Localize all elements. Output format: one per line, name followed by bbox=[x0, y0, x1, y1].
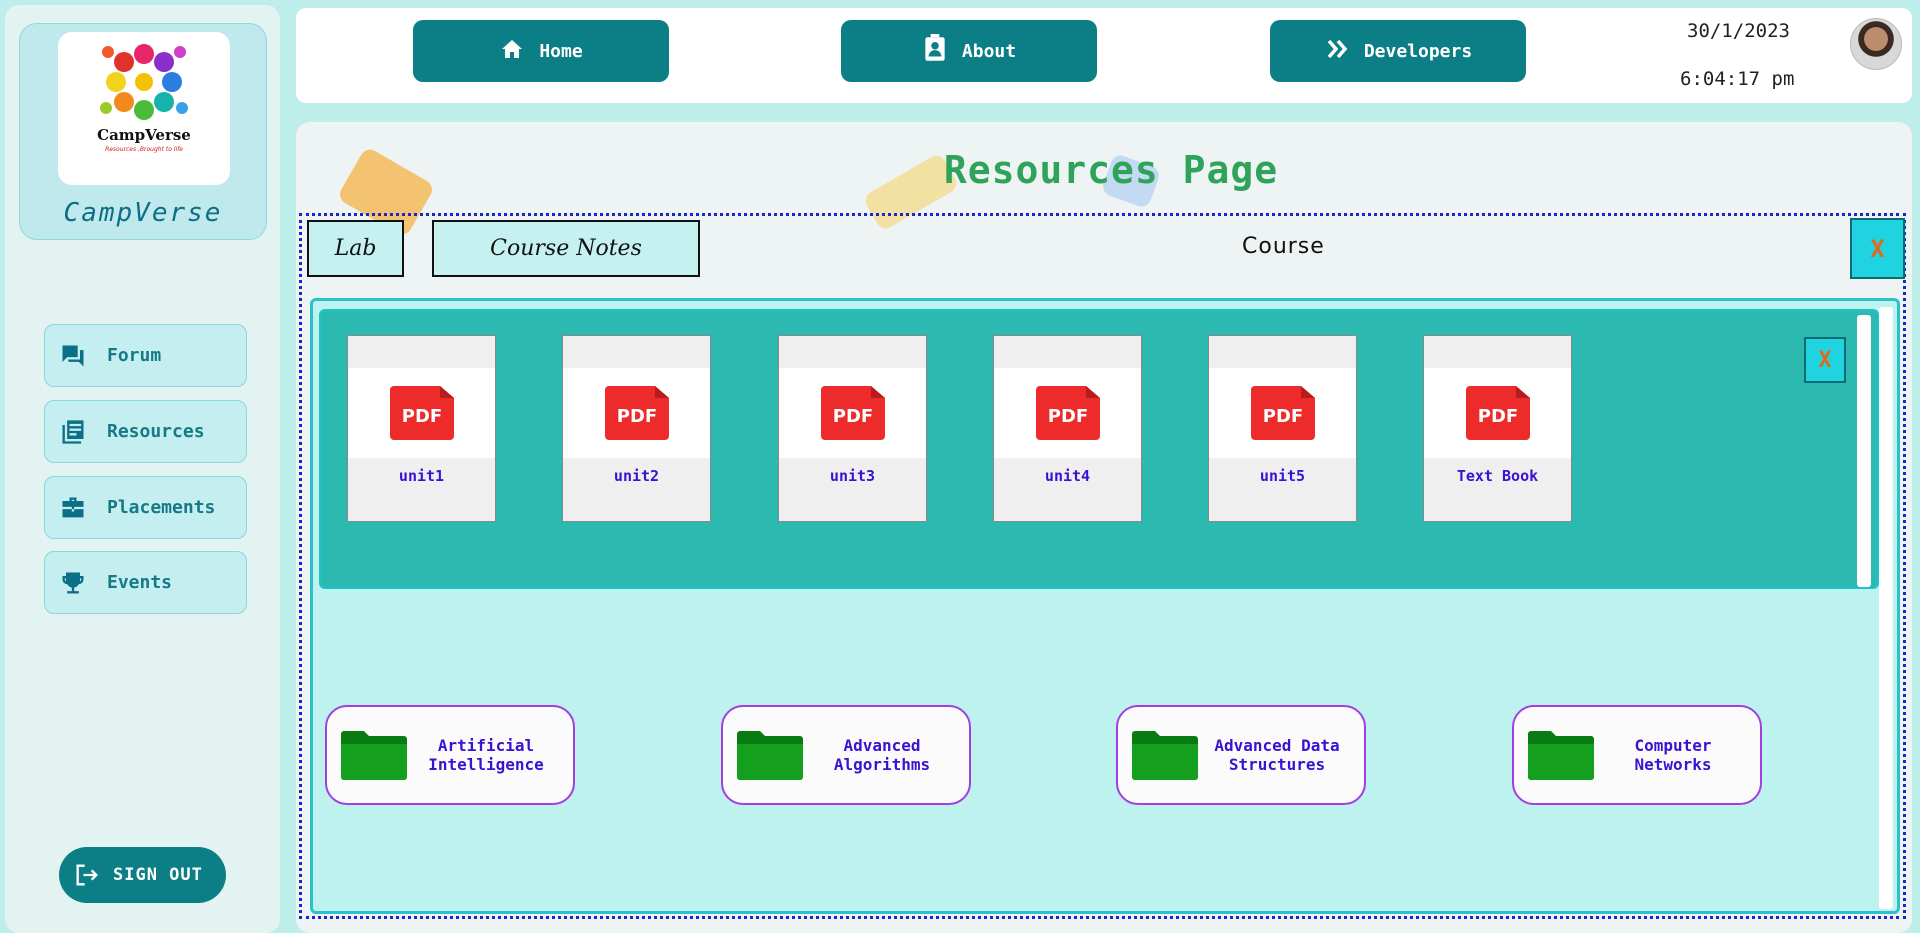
home-icon bbox=[499, 37, 525, 66]
close-pdf-panel-button[interactable]: X bbox=[1804, 337, 1846, 383]
course-folder-computer-networks[interactable]: Computer Networks bbox=[1512, 705, 1762, 805]
sidebar: CampVerse Resources ,Brought to life Cam… bbox=[5, 5, 280, 933]
pdf-name: unit3 bbox=[829, 467, 876, 485]
sidebar-item-label: Placements bbox=[107, 497, 216, 518]
course-area: PDF unit1 PDF unit2 PDF unit3 PDF unit4 bbox=[310, 298, 1900, 914]
course-area-scrollbar[interactable] bbox=[1879, 307, 1893, 909]
sign-out-label: SIGN OUT bbox=[113, 865, 203, 885]
course-notes-modal: Lab Course Notes Course X PDF unit1 PDF … bbox=[299, 213, 1906, 919]
pdf-panel-scrollbar[interactable] bbox=[1857, 315, 1871, 587]
sidebar-item-forum[interactable]: Forum bbox=[44, 324, 247, 387]
briefcase-icon bbox=[59, 494, 87, 522]
logo-wordmark: CampVerse bbox=[97, 126, 191, 144]
about-button[interactable]: About bbox=[841, 20, 1097, 82]
page-title: Resources Page bbox=[943, 148, 1279, 192]
double-chevron-icon bbox=[1324, 37, 1350, 66]
tab-lab[interactable]: Lab bbox=[307, 220, 404, 277]
sidebar-item-placements[interactable]: Placements bbox=[44, 476, 247, 539]
book-icon bbox=[59, 418, 87, 446]
current-date: 30/1/2023 bbox=[1687, 20, 1790, 42]
pdf-card-unit4[interactable]: PDF unit4 bbox=[993, 335, 1142, 522]
close-modal-button[interactable]: X bbox=[1850, 218, 1905, 279]
brand-card: CampVerse Resources ,Brought to life Cam… bbox=[19, 23, 267, 240]
tab-course-notes[interactable]: Course Notes bbox=[432, 220, 700, 277]
pdf-file-icon: PDF bbox=[821, 386, 885, 440]
svg-text:PDF: PDF bbox=[1048, 406, 1088, 427]
pdf-name: unit5 bbox=[1259, 467, 1306, 485]
course-folder-advanced-algorithms[interactable]: Advanced Algorithms bbox=[721, 705, 971, 805]
pdf-list-panel: PDF unit1 PDF unit2 PDF unit3 PDF unit4 bbox=[319, 309, 1879, 589]
pdf-file-icon: PDF bbox=[605, 386, 669, 440]
course-folder-artificial-intelligence[interactable]: Artificial Intelligence bbox=[325, 705, 575, 805]
course-folder-label: Computer Networks bbox=[1634, 736, 1712, 774]
about-label: About bbox=[961, 40, 1017, 62]
folder-icon bbox=[341, 731, 407, 780]
sidebar-item-label: Forum bbox=[107, 345, 162, 366]
pdf-card-unit3[interactable]: PDF unit3 bbox=[778, 335, 927, 522]
folder-icon bbox=[1528, 731, 1594, 780]
resources-panel: Resources Page Lab Course Notes Course X… bbox=[296, 122, 1912, 933]
brand-name: CampVerse bbox=[63, 198, 223, 228]
course-folder-label: Artificial Intelligence bbox=[428, 736, 544, 774]
home-button[interactable]: Home bbox=[413, 20, 669, 82]
home-label: Home bbox=[539, 40, 583, 62]
pdf-name: unit2 bbox=[613, 467, 660, 485]
avatar[interactable] bbox=[1850, 18, 1902, 70]
pdf-file-icon: PDF bbox=[1036, 386, 1100, 440]
forum-icon bbox=[59, 342, 87, 370]
pdf-file-icon: PDF bbox=[1466, 386, 1530, 440]
top-header: Home About Developers 30/1/2023 6:04:17 … bbox=[296, 8, 1912, 103]
contact-card-icon bbox=[922, 33, 948, 69]
svg-text:PDF: PDF bbox=[1478, 406, 1518, 427]
pdf-file-icon: PDF bbox=[390, 386, 454, 440]
folder-icon bbox=[737, 731, 803, 780]
developers-button[interactable]: Developers bbox=[1270, 20, 1526, 82]
pdf-name: Text Book bbox=[1456, 467, 1539, 485]
pdf-file-icon: PDF bbox=[1251, 386, 1315, 440]
folder-icon bbox=[1132, 731, 1198, 780]
pdf-card-unit2[interactable]: PDF unit2 bbox=[562, 335, 711, 522]
sidebar-item-resources[interactable]: Resources bbox=[44, 400, 247, 463]
pdf-card-unit5[interactable]: PDF unit5 bbox=[1208, 335, 1357, 522]
developers-label: Developers bbox=[1363, 40, 1473, 62]
svg-text:PDF: PDF bbox=[833, 406, 873, 427]
course-folder-label: Advanced Data Structures bbox=[1214, 736, 1340, 774]
campverse-logo[interactable]: CampVerse Resources ,Brought to life bbox=[58, 32, 230, 185]
pdf-name: unit1 bbox=[398, 467, 445, 485]
svg-text:PDF: PDF bbox=[402, 406, 442, 427]
svg-text:PDF: PDF bbox=[617, 406, 657, 427]
course-label: Course bbox=[1242, 234, 1325, 259]
course-folder-advanced-data-structures[interactable]: Advanced Data Structures bbox=[1116, 705, 1366, 805]
current-time: 6:04:17 pm bbox=[1680, 68, 1795, 90]
sidebar-item-label: Resources bbox=[107, 421, 205, 442]
pdf-card-text-book[interactable]: PDF Text Book bbox=[1423, 335, 1572, 522]
sidebar-item-label: Events bbox=[107, 572, 173, 593]
pdf-name: unit4 bbox=[1044, 467, 1091, 485]
sidebar-item-events[interactable]: Events bbox=[44, 551, 247, 614]
course-folder-label: Advanced Algorithms bbox=[833, 736, 931, 774]
svg-text:PDF: PDF bbox=[1263, 406, 1303, 427]
trophy-icon bbox=[59, 569, 87, 597]
logo-flower-icon bbox=[100, 44, 188, 120]
pdf-card-unit1[interactable]: PDF unit1 bbox=[347, 335, 496, 522]
logo-tagline: Resources ,Brought to life bbox=[105, 146, 183, 153]
sign-out-icon bbox=[73, 861, 101, 889]
sign-out-button[interactable]: SIGN OUT bbox=[59, 847, 226, 903]
